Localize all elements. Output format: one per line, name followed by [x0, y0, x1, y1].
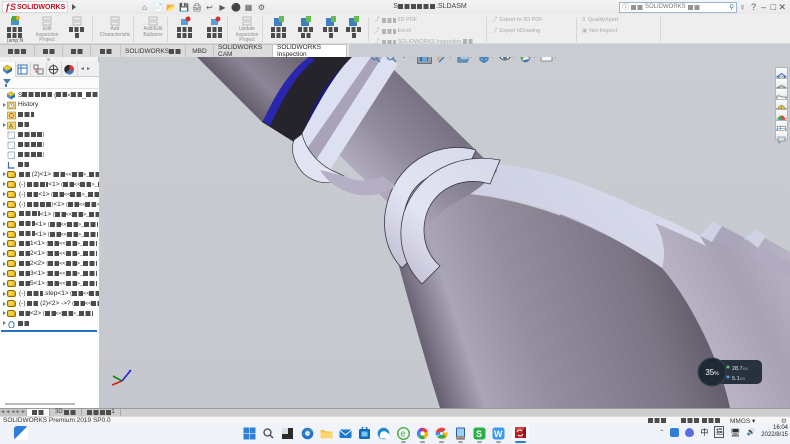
- svg-text:e: e: [400, 428, 405, 438]
- svg-text:S: S: [476, 429, 482, 439]
- svg-text:W: W: [494, 429, 503, 439]
